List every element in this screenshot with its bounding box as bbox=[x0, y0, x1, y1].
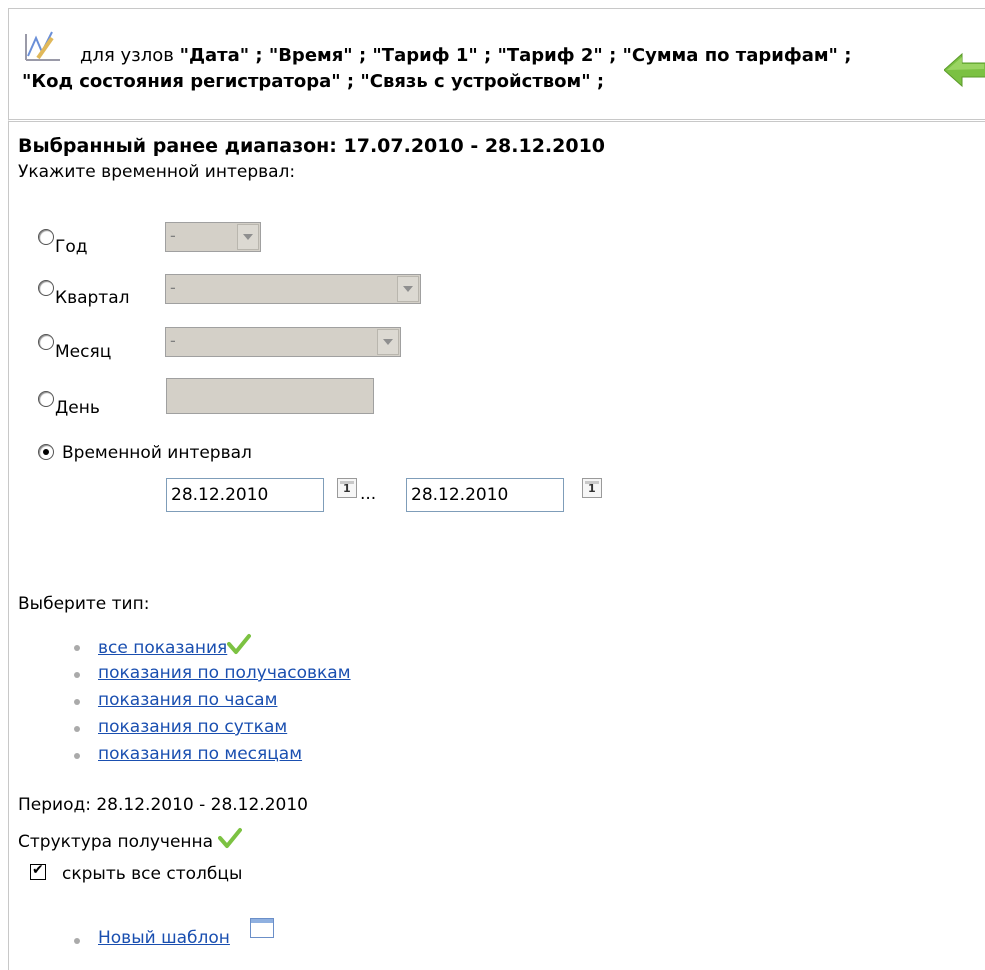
type-link-daily[interactable]: показания по суткам bbox=[98, 717, 287, 737]
type-section-label: Выберите тип: bbox=[18, 594, 150, 614]
list-item: показания по получасовкам bbox=[74, 660, 351, 687]
radio-year[interactable] bbox=[38, 229, 54, 245]
checkmark-icon bbox=[227, 634, 252, 654]
structure-status: Структура полученна bbox=[18, 827, 243, 852]
list-item: все показания bbox=[74, 633, 351, 660]
custom-interval-label: Временной интервал bbox=[62, 443, 252, 463]
window-icon bbox=[250, 918, 274, 938]
hide-columns-checkbox[interactable] bbox=[30, 862, 46, 880]
nodes-list-line-1: "Дата" ; "Время" ; "Тариф 1" ; "Тариф 2"… bbox=[179, 45, 852, 66]
type-link-all[interactable]: все показания bbox=[98, 638, 227, 658]
list-item: показания по месяцам bbox=[74, 741, 351, 768]
year-select-value: - bbox=[170, 226, 176, 245]
quarter-select-value: - bbox=[170, 278, 176, 297]
year-label: Год bbox=[55, 237, 88, 257]
nodes-list-line-2: "Код состояния регистратора" ; "Связь с … bbox=[22, 71, 605, 92]
calendar-icon-label: 1 bbox=[588, 482, 596, 495]
hide-columns-label: скрыть все столбцы bbox=[62, 864, 243, 884]
list-item: показания по часам bbox=[74, 687, 351, 714]
range-heading: Выбранный ранее диапазон: 17.07.2010 - 2… bbox=[18, 135, 606, 157]
radio-month[interactable] bbox=[38, 334, 54, 350]
type-link-monthly[interactable]: показания по месяцам bbox=[98, 744, 302, 764]
calendar-icon-label: 1 bbox=[343, 482, 351, 495]
structure-text: Структура полученна bbox=[18, 832, 214, 852]
type-list: все показания показания по получасовкам … bbox=[74, 633, 351, 768]
quarter-select[interactable]: - bbox=[165, 274, 421, 304]
nodes-line-1: для узлов "Дата" ; "Время" ; "Тариф 1" ;… bbox=[80, 44, 851, 68]
radio-quarter[interactable] bbox=[38, 280, 54, 296]
back-arrow-icon[interactable] bbox=[944, 52, 985, 88]
interval-prompt: Укажите временной интервал: bbox=[18, 162, 296, 182]
range-separator: ... bbox=[360, 484, 377, 504]
new-template-link[interactable]: Новый шаблон bbox=[98, 928, 230, 948]
type-link-halfhour[interactable]: показания по получасовкам bbox=[98, 663, 351, 683]
month-select-value: - bbox=[170, 331, 176, 350]
calendar-icon[interactable]: 1 bbox=[337, 478, 357, 498]
calendar-icon[interactable]: 1 bbox=[582, 478, 602, 498]
radio-day[interactable] bbox=[38, 391, 54, 407]
bullet bbox=[74, 938, 80, 944]
year-select[interactable]: - bbox=[165, 222, 261, 252]
period-text: Период: 28.12.2010 - 28.12.2010 bbox=[18, 795, 308, 815]
chevron-down-icon[interactable] bbox=[237, 224, 259, 250]
date-from-input[interactable] bbox=[166, 478, 324, 512]
nodes-line-2: "Код состояния регистратора" ; "Связь с … bbox=[22, 70, 604, 94]
chevron-down-icon[interactable] bbox=[397, 276, 419, 302]
nodes-prefix: для узлов bbox=[80, 45, 174, 66]
type-link-hourly[interactable]: показания по часам bbox=[98, 690, 277, 710]
list-item: показания по суткам bbox=[74, 714, 351, 741]
month-select[interactable]: - bbox=[165, 327, 401, 357]
radio-custom-interval[interactable] bbox=[38, 444, 54, 460]
day-label: День bbox=[55, 398, 100, 418]
date-to-input[interactable] bbox=[406, 478, 564, 512]
month-label: Месяц bbox=[55, 342, 112, 362]
checkmark-icon bbox=[218, 828, 243, 848]
chart-icon bbox=[25, 31, 60, 61]
day-input[interactable] bbox=[166, 378, 374, 414]
quarter-label: Квартал bbox=[55, 288, 130, 308]
chevron-down-icon[interactable] bbox=[377, 329, 399, 355]
